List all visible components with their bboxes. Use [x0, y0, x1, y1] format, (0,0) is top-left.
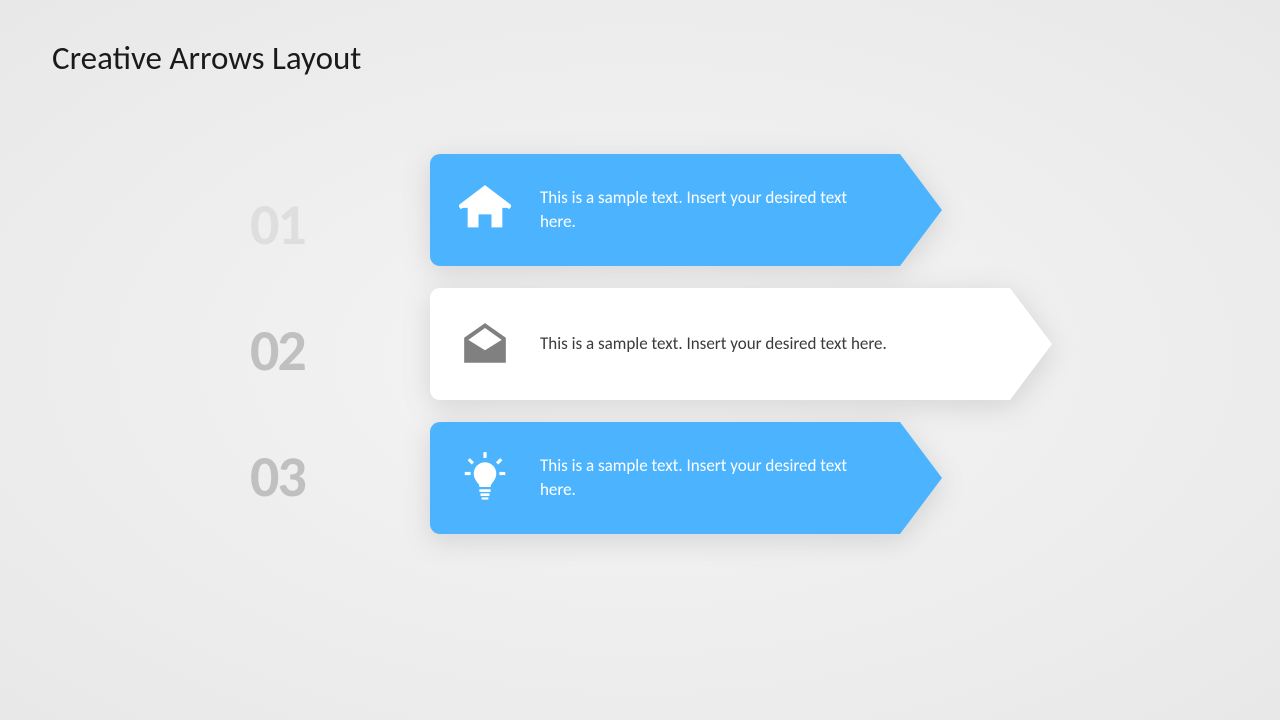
arrow-shape: This is a sample text. Insert your desir…: [430, 422, 900, 534]
number-column: 01 02 03: [250, 196, 305, 574]
arrow-shape: This is a sample text. Insert your desir…: [430, 288, 1010, 400]
house-icon: [430, 184, 540, 236]
arrow-item-2: This is a sample text. Insert your desir…: [430, 288, 1010, 400]
step-number-3: 03: [250, 448, 305, 506]
arrow-item-3: This is a sample text. Insert your desir…: [430, 422, 1010, 534]
arrow-text: This is a sample text. Insert your desir…: [540, 454, 900, 502]
envelope-open-icon: [430, 319, 540, 369]
arrow-text: This is a sample text. Insert your desir…: [540, 186, 900, 234]
step-number-2: 02: [250, 322, 305, 380]
arrow-item-1: This is a sample text. Insert your desir…: [430, 154, 1010, 266]
step-number-1: 01: [250, 196, 305, 254]
arrow-shape: This is a sample text. Insert your desir…: [430, 154, 900, 266]
arrow-list: This is a sample text. Insert your desir…: [430, 154, 1010, 556]
page-title: Creative Arrows Layout: [52, 38, 361, 78]
arrow-text: This is a sample text. Insert your desir…: [540, 332, 907, 356]
lightbulb-icon: [430, 451, 540, 505]
